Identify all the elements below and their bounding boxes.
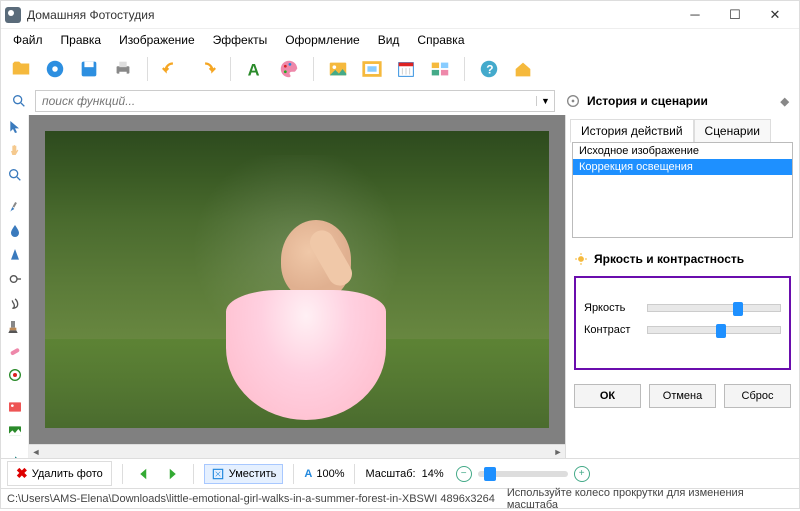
- picture-tool[interactable]: [4, 399, 26, 415]
- history-row-original[interactable]: Исходное изображение: [573, 143, 792, 159]
- home-button[interactable]: [509, 55, 537, 83]
- window-title: Домашняя Фотостудия: [27, 8, 675, 22]
- horizontal-scrollbar[interactable]: ◄ ►: [29, 444, 565, 458]
- target-tool[interactable]: [4, 367, 26, 383]
- burn-tool[interactable]: [4, 295, 26, 311]
- history-row-lighting[interactable]: Коррекция освещения: [573, 159, 792, 175]
- brightness-icon: [574, 252, 588, 266]
- clone-tool[interactable]: [4, 319, 26, 335]
- text-button[interactable]: A: [241, 55, 269, 83]
- sliders-panel: Яркость Контраст: [574, 276, 791, 370]
- zoom-slider[interactable]: [478, 471, 568, 477]
- help-button[interactable]: ?: [475, 55, 503, 83]
- sharpen-tool[interactable]: [4, 247, 26, 263]
- menu-design[interactable]: Оформление: [277, 31, 367, 49]
- save-button[interactable]: [75, 55, 103, 83]
- delete-photo-button[interactable]: ✖ Удалить фото: [7, 461, 112, 486]
- palette-button[interactable]: [275, 55, 303, 83]
- ok-button[interactable]: ОК: [574, 384, 641, 408]
- prev-photo-button[interactable]: [133, 463, 155, 485]
- left-toolbar: [1, 115, 29, 458]
- bottom-bar: ✖ Удалить фото Уместить A 100% Масштаб: …: [1, 458, 799, 488]
- main-toolbar: A ?: [1, 51, 799, 87]
- svg-text:A: A: [248, 61, 260, 79]
- fit-button[interactable]: Уместить: [204, 464, 284, 484]
- picture-button[interactable]: [324, 55, 352, 83]
- scroll-left-arrow[interactable]: ◄: [29, 447, 43, 457]
- open-folder-button[interactable]: [7, 55, 35, 83]
- menu-view[interactable]: Вид: [370, 31, 408, 49]
- scroll-right-arrow[interactable]: ►: [551, 447, 565, 457]
- collage-button[interactable]: [426, 55, 454, 83]
- cancel-button[interactable]: Отмена: [649, 384, 716, 408]
- search-icon[interactable]: [7, 89, 31, 113]
- contrast-label: Контраст: [584, 324, 639, 336]
- redo-button[interactable]: [192, 55, 220, 83]
- window-maximize-button[interactable]: ☐: [715, 3, 755, 27]
- brightness-label: Яркость: [584, 302, 639, 314]
- zoom-in-button[interactable]: +: [574, 466, 590, 482]
- delete-label: Удалить фото: [32, 468, 103, 480]
- app-icon: [5, 7, 21, 23]
- history-list[interactable]: Исходное изображение Коррекция освещения: [572, 142, 793, 238]
- menu-image[interactable]: Изображение: [111, 31, 203, 49]
- panel-title: Яркость и контрастность: [594, 252, 744, 266]
- photo-preview: [45, 131, 549, 428]
- fit-icon: [211, 467, 225, 481]
- fit-label: Уместить: [229, 468, 277, 480]
- window-close-button[interactable]: ✕: [755, 3, 795, 27]
- menu-file[interactable]: Файл: [5, 31, 51, 49]
- right-panel-header: История и сценарии ◆: [559, 93, 793, 109]
- status-path: C:\Users\AMS-Elena\Downloads\little-emot…: [1, 493, 501, 505]
- contrast-slider[interactable]: [647, 326, 781, 334]
- brightness-slider[interactable]: [647, 304, 781, 312]
- next-photo-button[interactable]: [161, 463, 183, 485]
- menubar: Файл Правка Изображение Эффекты Оформлен…: [1, 29, 799, 51]
- brush-tool[interactable]: [4, 199, 26, 215]
- reset-button[interactable]: Сброс: [724, 384, 791, 408]
- healing-tool[interactable]: [4, 343, 26, 359]
- print-button[interactable]: [109, 55, 137, 83]
- search-dropdown[interactable]: ▼: [536, 96, 554, 106]
- tab-scenarios[interactable]: Сценарии: [694, 119, 771, 142]
- window-minimize-button[interactable]: ─: [675, 3, 715, 27]
- frame-button[interactable]: [358, 55, 386, 83]
- dodge-tool[interactable]: [4, 271, 26, 287]
- pointer-tool[interactable]: [4, 119, 26, 135]
- undo-button[interactable]: [158, 55, 186, 83]
- search-input[interactable]: [36, 94, 536, 108]
- x-icon: ✖: [16, 465, 28, 482]
- drop-tool[interactable]: [4, 223, 26, 239]
- actual-size-button[interactable]: A 100%: [304, 468, 344, 480]
- menu-edit[interactable]: Правка: [53, 31, 110, 49]
- status-hint: Используйте колесо прокрутки для изменен…: [501, 487, 789, 511]
- canvas-area[interactable]: [29, 115, 565, 444]
- history-icon: [565, 93, 581, 109]
- menu-effects[interactable]: Эффекты: [205, 31, 276, 49]
- actual-size-label: 100%: [316, 468, 344, 480]
- right-panel-header-label: История и сценарии: [587, 94, 708, 108]
- tab-history[interactable]: История действий: [570, 119, 694, 143]
- hand-tool[interactable]: [4, 143, 26, 159]
- open-disc-button[interactable]: [41, 55, 69, 83]
- svg-text:?: ?: [486, 63, 493, 77]
- picture-tool-2[interactable]: [4, 423, 26, 439]
- calendar-button[interactable]: [392, 55, 420, 83]
- menu-help[interactable]: Справка: [409, 31, 472, 49]
- zoom-tool[interactable]: [4, 167, 26, 183]
- titlebar: Домашняя Фотостудия ─ ☐ ✕: [1, 1, 799, 29]
- zoom-out-button[interactable]: −: [456, 466, 472, 482]
- right-panel: История действий Сценарии Исходное изобр…: [565, 115, 799, 458]
- scale-value: 14%: [422, 468, 450, 480]
- status-bar: C:\Users\AMS-Elena\Downloads\little-emot…: [1, 488, 799, 508]
- search-row: ▼ История и сценарии ◆: [1, 87, 799, 115]
- scale-label: Масштаб:: [365, 468, 415, 480]
- pin-button[interactable]: ◆: [781, 95, 789, 108]
